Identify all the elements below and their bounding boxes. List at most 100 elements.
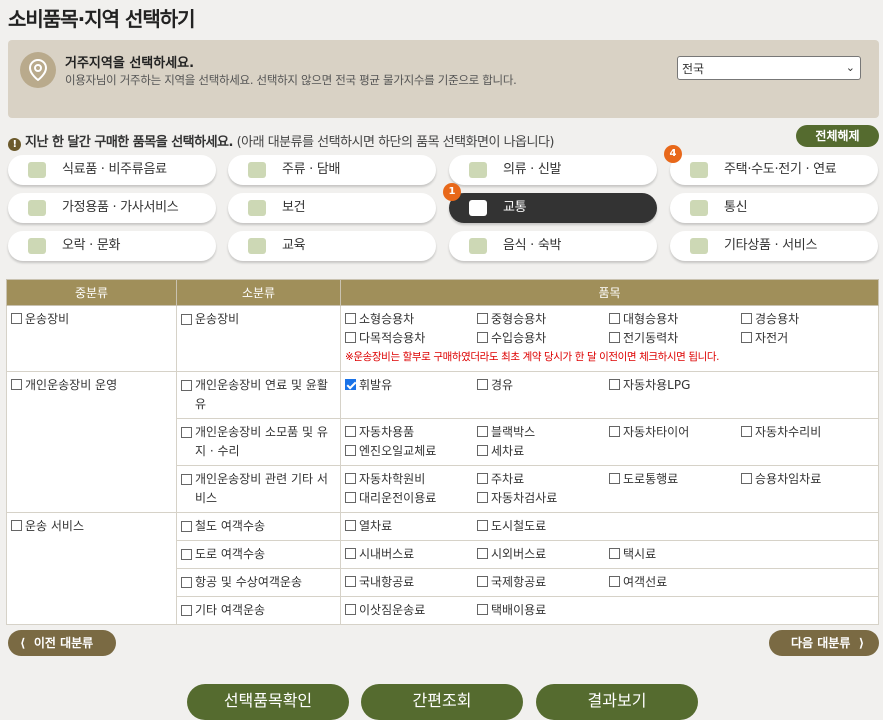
checkbox[interactable]	[477, 426, 488, 437]
checkbox[interactable]	[345, 604, 356, 615]
item-option[interactable]: 경승용차	[741, 310, 873, 329]
checkbox[interactable]	[181, 474, 192, 485]
item-option[interactable]: 자동차학원비	[345, 470, 477, 489]
item-option[interactable]: 휘발유	[345, 376, 477, 395]
checkbox[interactable]	[181, 521, 192, 532]
checkbox[interactable]	[345, 520, 356, 531]
item-option[interactable]: 국내항공료	[345, 573, 477, 592]
item-option[interactable]: 소형승용차	[345, 310, 477, 329]
item-option[interactable]: 주차료	[477, 470, 609, 489]
item-option[interactable]: 도시철도료	[477, 517, 609, 536]
category-button-11[interactable]: 음식 · 숙박	[449, 231, 657, 261]
checkbox[interactable]	[181, 380, 192, 391]
next-category-button[interactable]: 다음 대분류 ⟩	[769, 630, 879, 656]
checkbox[interactable]	[609, 313, 620, 324]
checkbox[interactable]	[609, 548, 620, 559]
checkbox[interactable]	[477, 445, 488, 456]
item-option[interactable]: 열차료	[345, 517, 477, 536]
checkbox[interactable]	[609, 379, 620, 390]
checkbox[interactable]	[609, 473, 620, 484]
checkbox[interactable]	[11, 313, 22, 324]
checkbox[interactable]	[11, 379, 22, 390]
category-button-4[interactable]: 주택·수도·전기 · 연료 4	[664, 145, 878, 185]
checkbox[interactable]	[345, 445, 356, 456]
checkbox[interactable]	[345, 492, 356, 503]
checkbox[interactable]	[345, 576, 356, 587]
category-button-12[interactable]: 기타상품 · 서비스	[670, 231, 878, 261]
checkbox[interactable]	[477, 520, 488, 531]
table-row: 개인운송장비 운영 개인운송장비 연료 및 윤활유 휘발유 경유 자동차용LPG	[6, 371, 879, 513]
checkbox[interactable]	[741, 313, 752, 324]
item-option[interactable]: 세차료	[477, 442, 609, 461]
checkbox[interactable]	[345, 379, 356, 390]
item-option[interactable]: 경유	[477, 376, 609, 395]
checkbox[interactable]	[11, 520, 22, 531]
category-button-7[interactable]: 교통 1	[443, 183, 657, 223]
checkbox[interactable]	[477, 379, 488, 390]
item-option[interactable]: 블랙박스	[477, 423, 609, 442]
checkbox[interactable]	[181, 549, 192, 560]
checkbox[interactable]	[477, 332, 488, 343]
category-button-2[interactable]: 주류 · 담배	[228, 155, 436, 185]
checkbox[interactable]	[741, 332, 752, 343]
checkbox[interactable]	[345, 313, 356, 324]
region-select[interactable]: 전국 ⌄	[677, 56, 861, 80]
view-result-button[interactable]: 결과보기	[536, 684, 698, 720]
item-option[interactable]: 자전거	[741, 329, 873, 348]
item-option[interactable]: 자동차검사료	[477, 489, 609, 508]
confirm-items-button[interactable]: 선택품목확인	[187, 684, 349, 720]
item-option[interactable]: 수입승용차	[477, 329, 609, 348]
checkbox[interactable]	[477, 473, 488, 484]
checkbox[interactable]	[477, 548, 488, 559]
checkbox[interactable]	[345, 548, 356, 559]
item-option[interactable]: 자동차용LPG	[609, 376, 741, 395]
item-option[interactable]: 시외버스료	[477, 545, 609, 564]
category-button-8[interactable]: 통신	[670, 193, 878, 223]
checkbox[interactable]	[181, 577, 192, 588]
checkbox[interactable]	[181, 314, 192, 325]
item-option[interactable]: 자동차타이어	[609, 423, 741, 442]
category-button-3[interactable]: 의류 · 신발	[449, 155, 657, 185]
mid-category-label: 개인운송장비 운영	[25, 378, 118, 392]
category-button-6[interactable]: 보건	[228, 193, 436, 223]
item-option[interactable]: 택시료	[609, 545, 741, 564]
item-option[interactable]: 중형승용차	[477, 310, 609, 329]
item-option[interactable]: 엔진오일교체료	[345, 442, 477, 461]
item-option[interactable]: 승용차임차료	[741, 470, 873, 489]
item-option[interactable]: 자동차수리비	[741, 423, 873, 442]
item-option[interactable]: 대리운전이용료	[345, 489, 477, 508]
checkbox[interactable]	[477, 604, 488, 615]
table-row: 운송 서비스 철도 여객수송 열차료 도시철도료	[6, 512, 879, 625]
category-button-1[interactable]: 식료품 · 비주류음료	[8, 155, 216, 185]
item-option[interactable]: 다목적승용차	[345, 329, 477, 348]
category-button-5[interactable]: 가정용품 · 가사서비스	[8, 193, 216, 223]
item-option[interactable]: 시내버스료	[345, 545, 477, 564]
checkbox[interactable]	[345, 473, 356, 484]
prev-category-button[interactable]: ⟨ 이전 대분류	[8, 630, 116, 656]
checkbox[interactable]	[741, 426, 752, 437]
item-option[interactable]: 이삿짐운송료	[345, 601, 477, 620]
item-option[interactable]: 택배이용료	[477, 601, 609, 620]
checkbox[interactable]	[609, 426, 620, 437]
checkbox[interactable]	[741, 473, 752, 484]
checkbox[interactable]	[477, 576, 488, 587]
item-option[interactable]: 도로통행료	[609, 470, 741, 489]
item-option[interactable]: 여객선료	[609, 573, 741, 592]
category-button-10[interactable]: 교육	[228, 231, 436, 261]
item-label: 휘발유	[359, 378, 393, 392]
checkbox[interactable]	[477, 313, 488, 324]
checkbox[interactable]	[609, 332, 620, 343]
checkbox[interactable]	[181, 605, 192, 616]
reset-all-button[interactable]: 전체해제	[796, 125, 879, 147]
item-option[interactable]: 전기동력차	[609, 329, 741, 348]
checkbox[interactable]	[345, 332, 356, 343]
item-option[interactable]: 국제항공료	[477, 573, 609, 592]
checkbox[interactable]	[345, 426, 356, 437]
item-option[interactable]: 자동차용품	[345, 423, 477, 442]
category-button-9[interactable]: 오락 · 문화	[8, 231, 216, 261]
item-option[interactable]: 대형승용차	[609, 310, 741, 329]
checkbox[interactable]	[477, 492, 488, 503]
checkbox[interactable]	[181, 427, 192, 438]
checkbox[interactable]	[609, 576, 620, 587]
quick-lookup-button[interactable]: 간편조회	[361, 684, 523, 720]
